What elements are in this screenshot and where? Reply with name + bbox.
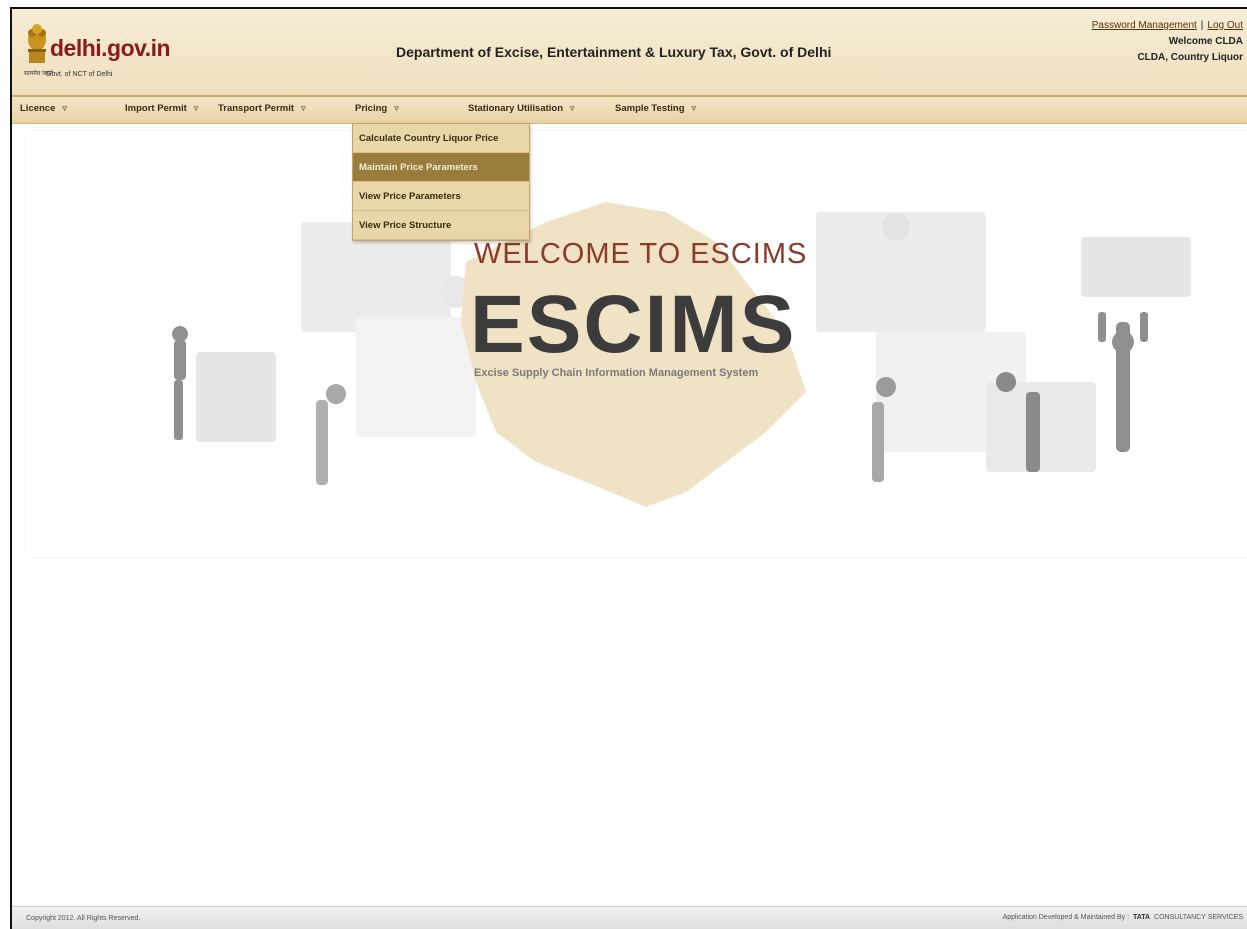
menu-stationary-utilisation[interactable]: Stationary Utilisation ▿: [468, 103, 575, 114]
national-emblem-icon: [28, 24, 46, 63]
escims-logo-text: ESCIMS: [470, 279, 797, 370]
chevron-down-icon: ▿: [301, 103, 306, 113]
logout-link[interactable]: Log Out: [1207, 20, 1243, 31]
user-panel: Password Management | Log Out Welcome CLDA…: [1092, 18, 1243, 66]
pricing-dropdown: Calculate Country Liquor Price Maintain …: [352, 123, 530, 241]
main-menu: Licence ▿ Import Permit ▿ Transport Permit…: [12, 97, 1247, 124]
menu-label: Transport Permit: [218, 103, 295, 114]
chevron-down-icon: ▿: [691, 103, 697, 113]
menu-sample-testing[interactable]: Sample Testing ▿: [615, 103, 696, 114]
user-role-text: CLDA, Country Liquor: [1137, 52, 1243, 63]
welcome-heading: WELCOME TO ESCIMS: [474, 238, 808, 270]
site-logo[interactable]: delhi.gov.in सत्यमेव जयते Govt. of NCT o…: [20, 17, 171, 87]
department-title: Department of Excise, Entertainment & Lu…: [396, 44, 832, 60]
logo-subtitle: Govt. of NCT of Delhi: [46, 71, 113, 78]
menu-transport-permit[interactable]: Transport Permit ▿: [218, 103, 306, 114]
escims-full-name: Excise Supply Chain Information Manageme…: [474, 367, 759, 379]
link-separator: |: [1200, 20, 1204, 31]
menu-label: Import Permit: [125, 103, 187, 114]
footer: Copyright 2012. All Rights Reserved. App…: [12, 906, 1247, 929]
password-management-link[interactable]: Password Management: [1092, 20, 1197, 31]
app-frame: delhi.gov.in सत्यमेव जयते Govt. of NCT o…: [10, 7, 1247, 929]
menu-label: Pricing: [355, 103, 388, 114]
menu-pricing[interactable]: Pricing ▿: [355, 103, 399, 114]
copyright-text: Copyright 2012. All Rights Reserved.: [26, 915, 141, 922]
chevron-down-icon: ▿: [193, 103, 199, 113]
logo-text: delhi.gov.in: [50, 35, 171, 61]
tata-brand: TATA: [1132, 914, 1151, 921]
menu-item-view-price-structure[interactable]: View Price Structure: [353, 211, 529, 240]
welcome-text: Welcome CLDA: [1168, 36, 1243, 47]
chevron-down-icon: ▿: [394, 103, 399, 113]
developed-by-text: Application Developed & Maintained By :: [1002, 914, 1130, 921]
menu-licence[interactable]: Licence ▿: [20, 103, 67, 114]
developer-credit: Application Developed & Maintained By : …: [1003, 914, 1243, 921]
menu-item-view-price-parameters[interactable]: View Price Parameters: [353, 182, 529, 211]
menu-label: Licence: [20, 103, 56, 114]
tcs-company-name: CONSULTANCY SERVICES: [1154, 914, 1243, 921]
menu-label: Sample Testing: [615, 103, 685, 114]
menu-item-maintain-price-parameters[interactable]: Maintain Price Parameters: [353, 153, 529, 182]
menu-label: Stationary Utilisation: [468, 103, 564, 114]
menu-import-permit[interactable]: Import Permit ▿: [125, 103, 198, 114]
menu-item-calculate-price[interactable]: Calculate Country Liquor Price: [353, 124, 529, 153]
header: delhi.gov.in सत्यमेव जयते Govt. of NCT o…: [12, 9, 1247, 97]
welcome-banner: WELCOME TO ESCIMS ESCIMS Excise Supply C…: [26, 132, 1247, 556]
chevron-down-icon: ▿: [62, 103, 67, 113]
chevron-down-icon: ▿: [570, 103, 575, 113]
